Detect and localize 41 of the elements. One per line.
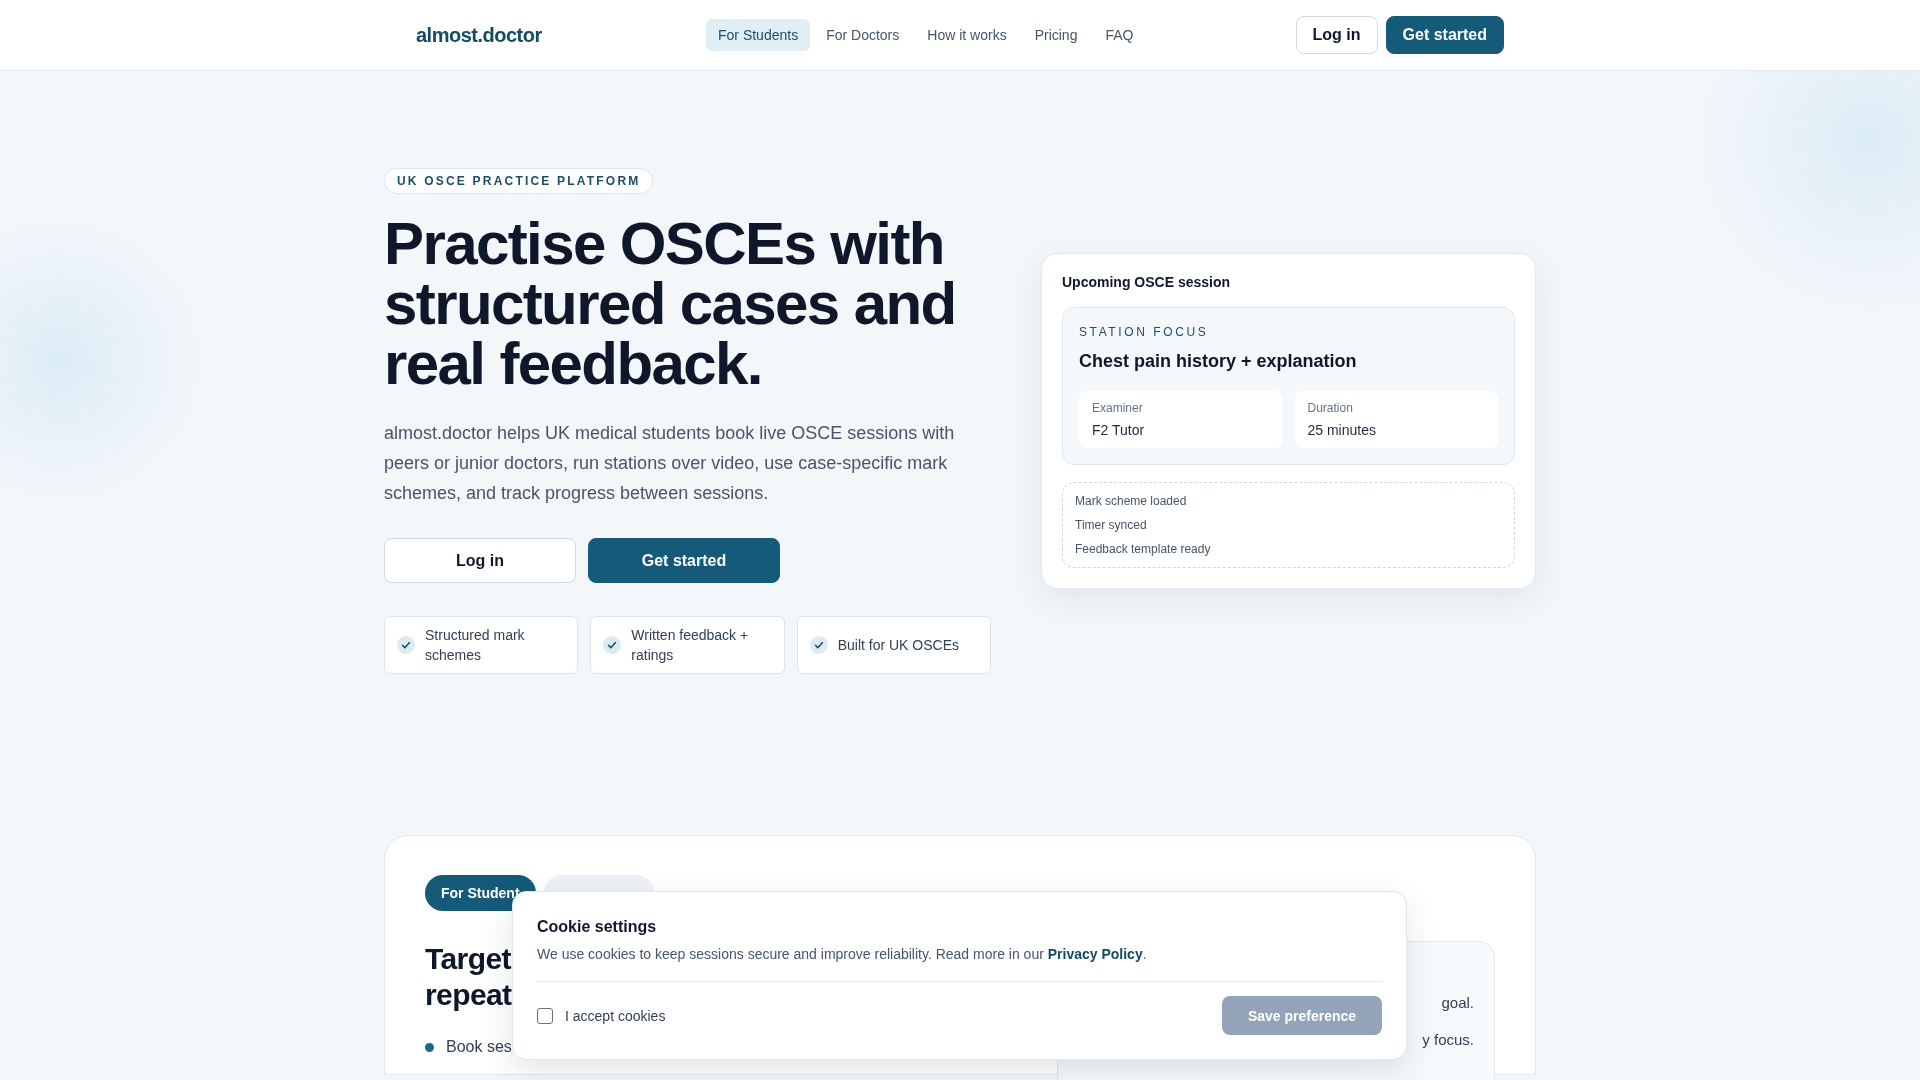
feature-label: Written feedback + ratings [631,626,750,665]
checkbox-label[interactable]: I accept cookies [565,1007,666,1024]
checklist-item: Mark scheme loaded [1075,493,1188,509]
section-heading: repeat [425,977,512,1013]
nav-link[interactable]: For Doctors [814,19,912,51]
station-label: STATION FOCUS [1079,325,1210,339]
feature-label: Structured mark schemes [425,626,526,665]
detail-value: 25 minutes [1307,422,1377,438]
check-icon [397,636,415,654]
feature-label: Built for UK OSCEs [837,636,960,655]
checklist-item: Feedback template ready [1075,541,1212,557]
nav-link[interactable]: How it works [915,19,1019,51]
bullet-dot [425,1042,434,1052]
station-title: Chest pain history + explanation [1079,351,1358,372]
detail-label: Duration [1307,401,1354,415]
nav-link[interactable]: For Students [706,19,811,51]
get-started-button[interactable]: Get started [1385,16,1504,54]
checkbox[interactable] [537,1007,553,1024]
panel-text: goal. [1441,994,1474,1011]
bullet-text: Book ses [446,1038,512,1056]
detail-label: Examiner [1092,401,1144,415]
detail-value: F2 Tutor [1092,422,1146,438]
section-heading: Target [425,941,511,977]
get-started-button[interactable]: Get started [588,538,780,583]
check-icon [603,636,622,654]
site-logo[interactable]: almost.doctor [416,23,706,47]
privacy-policy-link[interactable]: Privacy Policy [1047,946,1143,962]
hero-description: almost.doctor helps UK medical students book live OSCE sessions with peers or junior doctors, run stations over video, use case-specific mark schemes, and track progress between sessions. [384,422,956,505]
nav-link[interactable]: Pricing [1022,19,1090,51]
dialog-title: Cookie settings [537,918,658,936]
login-button[interactable]: Log in [384,538,576,583]
checklist-item: Timer synced [1075,517,1148,533]
login-button[interactable]: Log in [1295,16,1378,54]
audience-tab[interactable]: For Student [425,875,536,911]
eyebrow-badge: UK OSCE PRACTICE PLATFORM [384,168,654,194]
cookie-notice: We use cookies to keep sessions secure and improve reliability. Read more in our Privacy Policy. [537,946,1148,962]
hero-heading: Practise OSCEs with structured cases and real feedback. [384,214,957,394]
nav-link[interactable]: FAQ [1093,19,1146,51]
panel-text: y focus. [1422,1031,1474,1048]
card-title: Upcoming OSCE session [1062,274,1232,290]
check-icon [809,636,828,654]
